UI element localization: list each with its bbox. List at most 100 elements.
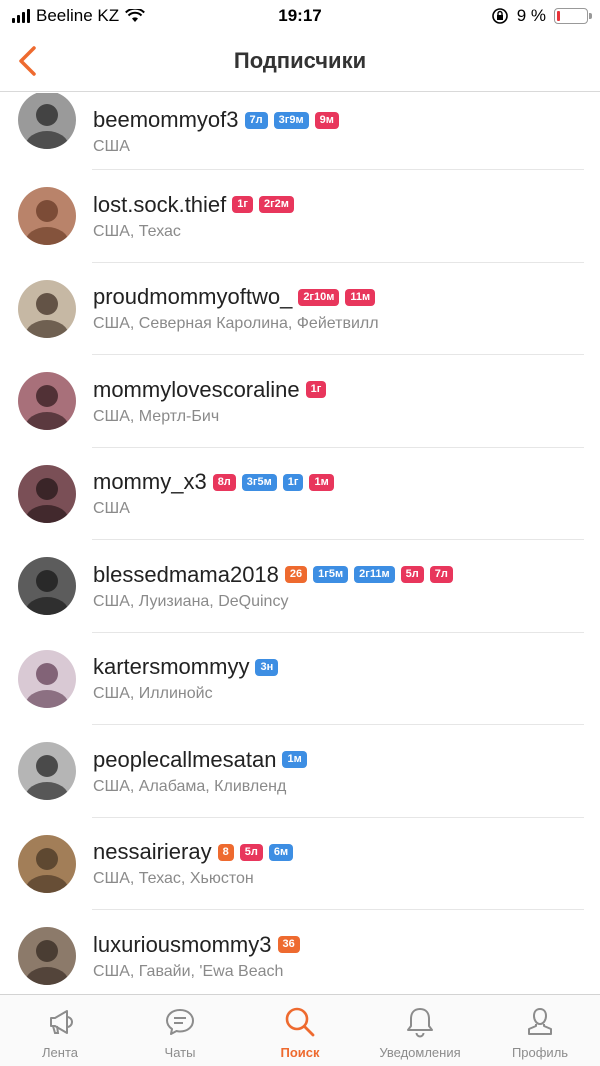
- avatar[interactable]: [18, 187, 76, 246]
- follower-username[interactable]: proudmommyoftwo_: [93, 284, 292, 310]
- name-line: beemommyof3 7л 3г9м 9м: [93, 107, 590, 133]
- child-age-badge: 8л: [212, 473, 236, 491]
- battery-icon: [554, 8, 592, 24]
- avatar[interactable]: [18, 649, 76, 708]
- page-title: Подписчики: [233, 48, 367, 73]
- child-age-badge: 5л: [239, 843, 263, 861]
- tab-user[interactable]: Профиль: [480, 995, 600, 1066]
- child-age-badge: 7л: [244, 111, 268, 129]
- follower-row[interactable]: nessairieray 8 5л 6м США, Техас, Хьюстон: [0, 818, 600, 911]
- tab-label: Поиск: [280, 1045, 320, 1060]
- child-age-badge: 6м: [268, 843, 294, 861]
- child-age-badge: 2г2м: [258, 196, 294, 214]
- follower-info: mommylovescoraline 1г США, Мертл-Бич: [93, 377, 590, 426]
- avatar[interactable]: [18, 279, 76, 338]
- child-age-badge: 2г11м: [354, 566, 395, 584]
- follower-row[interactable]: blessedmama2018 26 1г5м 2г11м 5л 7л США, Луизи…: [0, 540, 600, 633]
- child-age-badge: 3г9м: [273, 111, 309, 129]
- child-age-badge: 1г: [305, 381, 327, 399]
- follower-username[interactable]: kartersmommyy: [93, 654, 249, 680]
- avatar[interactable]: [18, 557, 76, 616]
- child-age-badge: 8: [217, 843, 234, 861]
- user-icon: [528, 1007, 552, 1035]
- name-line: mommy_x3 8л 3г5м 1г 1м: [93, 469, 590, 495]
- follower-row[interactable]: mommy_x3 8л 3г5м 1г 1м США: [0, 448, 600, 541]
- child-age-badge: 36: [277, 936, 300, 954]
- battery-percent: 9 %: [516, 6, 546, 25]
- bell-icon: [407, 1008, 433, 1038]
- avatar[interactable]: [18, 742, 76, 801]
- follower-info: mommy_x3 8л 3г5м 1г 1м США: [93, 469, 590, 518]
- follower-username[interactable]: luxuriousmommy3: [93, 932, 272, 958]
- child-age-badge: 11м: [345, 288, 376, 306]
- follower-info: proudmommyoftwo_ 2г10м 11м США, Северная Ка…: [93, 284, 590, 333]
- follower-info: beemommyof3 7л 3г9м 9м США: [93, 107, 590, 156]
- follower-username[interactable]: lost.sock.thief: [93, 192, 226, 218]
- navigation-bar: Подписчики: [0, 32, 600, 92]
- follower-location: США, Мертл-Бич: [93, 407, 220, 425]
- tab-search[interactable]: Поиск: [240, 995, 360, 1066]
- megaphone-icon: [50, 1010, 73, 1034]
- child-age-badge: 1г5м: [313, 566, 349, 584]
- follower-row[interactable]: beemommyof3 7л 3г9м 9м США: [0, 93, 600, 170]
- follower-info: peoplecallmesatan 1м США, Алабама, Кливлен…: [93, 747, 590, 796]
- child-age-badge: 5л: [400, 566, 424, 584]
- follower-info: blessedmama2018 26 1г5м 2г11м 5л 7л США, Луизи…: [93, 562, 590, 611]
- tab-bar: Лента Чаты Поиск Уведомления Профиль: [0, 994, 600, 1066]
- follower-username[interactable]: peoplecallmesatan: [93, 747, 276, 773]
- tab-megaphone[interactable]: Лента: [0, 995, 120, 1066]
- follower-row[interactable]: proudmommyoftwo_ 2г10м 11м США, Северная Ка…: [0, 263, 600, 356]
- child-age-badge: 3г5м: [241, 473, 277, 491]
- tab-chat-bubble[interactable]: Чаты: [120, 995, 240, 1066]
- avatar[interactable]: [18, 93, 76, 149]
- follower-row[interactable]: peoplecallmesatan 1м США, Алабама, Кливлен…: [0, 725, 600, 818]
- follower-row[interactable]: mommylovescoraline 1г США, Мертл-Бич: [0, 355, 600, 448]
- avatar[interactable]: [18, 372, 76, 431]
- follower-location: США, Луизиана, DeQuincy: [93, 592, 289, 610]
- child-age-badge: 1м: [309, 473, 334, 491]
- follower-info: nessairieray 8 5л 6м США, Техас, Хьюстон: [93, 839, 590, 888]
- child-age-badge: 7л: [429, 566, 453, 584]
- child-age-badge: 26: [284, 566, 308, 584]
- tab-label: Лента: [42, 1045, 78, 1060]
- follower-location: США, Алабама, Кливленд: [93, 777, 287, 795]
- follower-username[interactable]: mommy_x3: [93, 469, 207, 495]
- follower-username[interactable]: nessairieray: [93, 839, 212, 865]
- name-line: proudmommyoftwo_ 2г10м 11м: [93, 284, 590, 310]
- name-line: nessairieray 8 5л 6м: [93, 839, 590, 865]
- follower-row[interactable]: lost.sock.thief 1г 2г2м США, Техас: [0, 170, 600, 263]
- status-bar-right: 9 %: [491, 6, 592, 26]
- chat-bubble-icon: [166, 1009, 194, 1035]
- avatar[interactable]: [18, 834, 76, 893]
- follower-info: luxuriousmommy3 36 США, Гавайи, 'Ewa Beach: [93, 932, 590, 981]
- name-line: mommylovescoraline 1г: [93, 377, 590, 403]
- search-icon: [285, 1007, 315, 1037]
- follower-location: США, Техас: [93, 222, 181, 240]
- rotation-lock-icon: [491, 8, 508, 24]
- follower-info: lost.sock.thief 1г 2г2м США, Техас: [93, 192, 590, 241]
- tab-bell[interactable]: Уведомления: [360, 995, 480, 1066]
- avatar[interactable]: [18, 927, 76, 986]
- follower-row[interactable]: kartersmommyy 3н США, Иллинойс: [0, 633, 600, 726]
- avatar[interactable]: [18, 464, 76, 523]
- followers-list[interactable]: beemommyof3 7л 3г9м 9м США lost.sock.thief 1г 2…: [0, 93, 600, 994]
- name-line: kartersmommyy 3н: [93, 654, 590, 680]
- child-age-badge: 9м: [314, 111, 339, 129]
- follower-location: США, Техас, Хьюстон: [93, 870, 254, 888]
- follower-username[interactable]: blessedmama2018: [93, 562, 279, 588]
- follower-info: kartersmommyy 3н США, Иллинойс: [93, 654, 590, 703]
- follower-username[interactable]: beemommyof3: [93, 107, 239, 133]
- name-line: peoplecallmesatan 1м: [93, 747, 590, 773]
- follower-location: США, Северная Каролина, Фейетвилл: [93, 315, 379, 333]
- child-age-badge: 1г: [232, 196, 253, 214]
- name-line: lost.sock.thief 1г 2г2м: [93, 192, 590, 218]
- follower-location: США, Иллинойс: [93, 685, 213, 703]
- name-line: luxuriousmommy3 36: [93, 932, 590, 958]
- follower-row[interactable]: luxuriousmommy3 36 США, Гавайи, 'Ewa Beach: [0, 910, 600, 994]
- battery-fill: [557, 11, 560, 21]
- child-age-badge: 1г: [282, 473, 304, 491]
- follower-username[interactable]: mommylovescoraline: [93, 377, 300, 403]
- tab-label: Уведомления: [379, 1045, 461, 1060]
- name-line: blessedmama2018 26 1г5м 2г11м 5л 7л: [93, 562, 590, 588]
- follower-location: США: [93, 500, 130, 518]
